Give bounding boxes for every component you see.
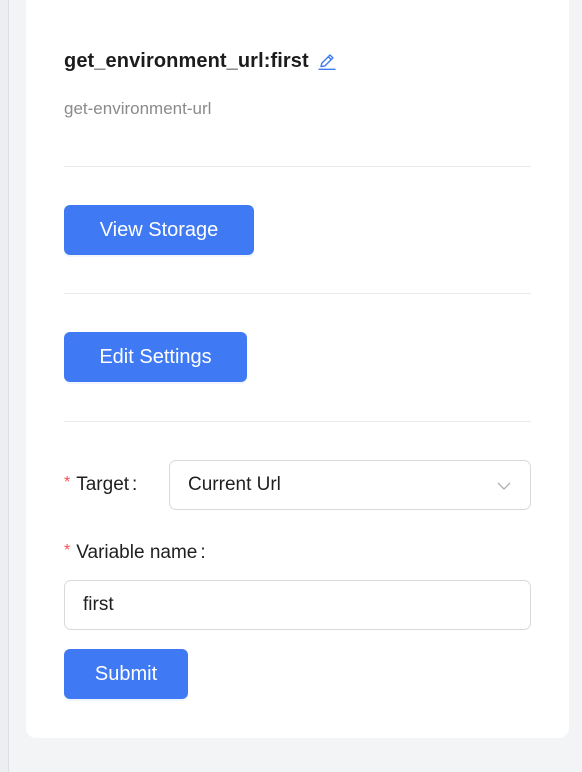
required-mark: *	[64, 474, 71, 491]
variable-name-label: * Variable name :	[64, 542, 206, 564]
view-storage-button[interactable]: View Storage	[64, 205, 254, 255]
submit-button[interactable]: Submit	[64, 649, 188, 699]
left-rail	[0, 0, 9, 772]
label-colon: :	[200, 542, 206, 563]
target-label-text: Target	[76, 474, 130, 495]
variable-name-label-text: Variable name	[76, 542, 198, 563]
pencil-icon[interactable]	[317, 51, 337, 71]
edit-settings-button[interactable]: Edit Settings	[64, 332, 247, 382]
node-type-label: get-environment-url	[64, 99, 212, 118]
required-mark: *	[64, 542, 71, 559]
target-label: * Target :	[64, 474, 137, 496]
variable-name-value: first	[83, 594, 114, 615]
divider	[64, 166, 531, 167]
chevron-down-icon	[496, 478, 512, 494]
label-colon: :	[132, 474, 138, 495]
node-settings-panel: get_environment_url:first get-environmen…	[26, 0, 569, 738]
node-title: get_environment_url:first	[64, 49, 309, 72]
target-select[interactable]: Current Url	[169, 460, 531, 510]
target-select-value: Current Url	[188, 474, 281, 495]
divider	[64, 421, 531, 422]
divider	[64, 293, 531, 294]
variable-name-input[interactable]: first	[64, 580, 531, 630]
title-row: get_environment_url:first	[64, 47, 337, 75]
